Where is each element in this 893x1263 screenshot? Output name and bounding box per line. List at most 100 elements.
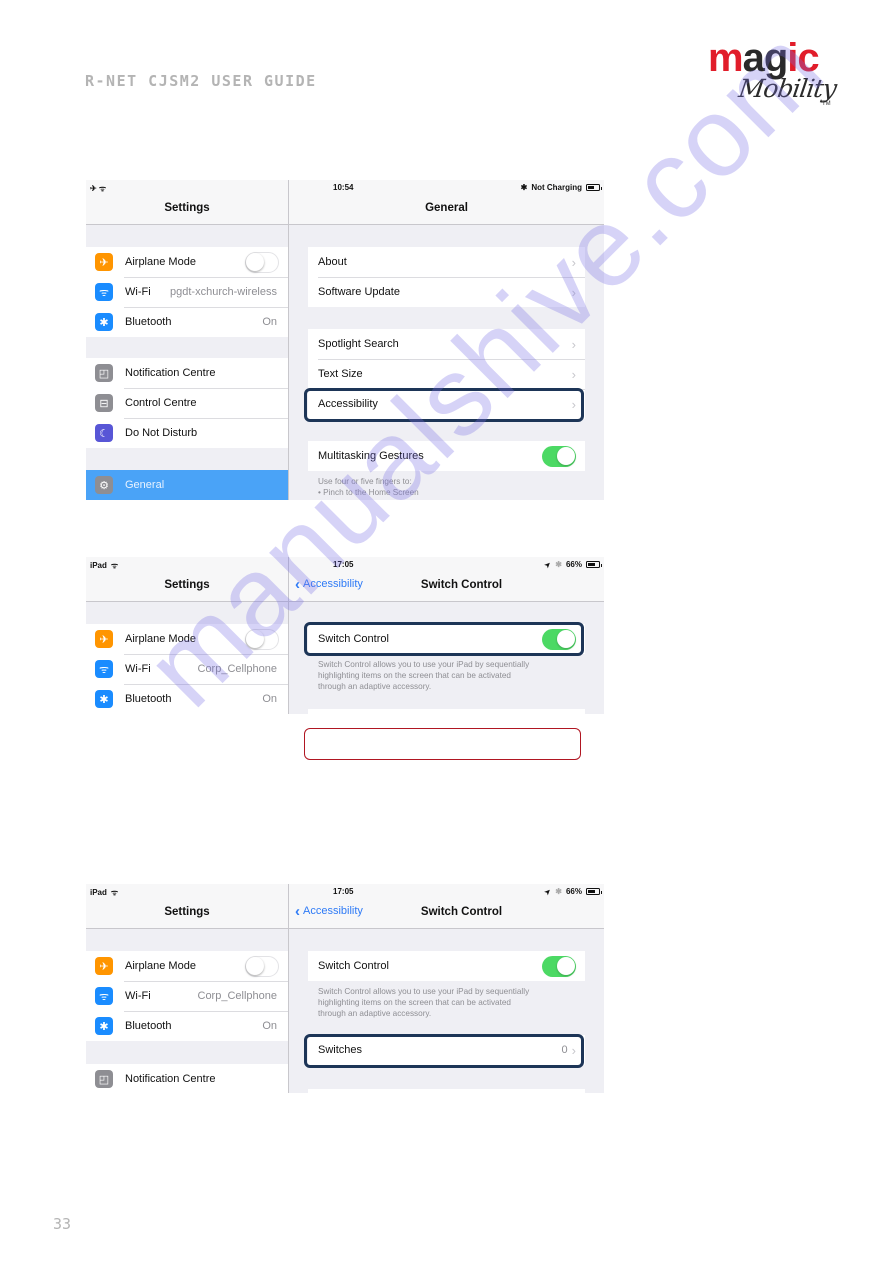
- wifi-network-value: Corp_Cellphone: [197, 663, 278, 675]
- next-group-partial: [308, 709, 585, 714]
- detail-navbar: 17:05 ➤ ✱ 66% ‹ Accessibility Switch Con…: [289, 884, 604, 929]
- sidebar-item-wifi[interactable]: ᯤ Wi-Fi Corp_Cellphone: [86, 654, 288, 684]
- sidebar-item-control-centre[interactable]: ⊟ Control Centre: [86, 388, 288, 418]
- sidebar-item-label: Wi-Fi: [125, 663, 151, 675]
- status-device-label: iPad ᯤ: [90, 888, 119, 897]
- switch-control-group: Switch Control: [308, 624, 585, 654]
- detail-navbar: 10:54 ✱ Not Charging General: [289, 180, 604, 225]
- sidebar-title: Settings: [164, 202, 210, 214]
- row-software-update[interactable]: Software Update ›: [308, 277, 585, 307]
- logo-mobility-script: Mobility: [736, 74, 838, 103]
- sidebar-item-wifi[interactable]: ᯤ Wi-Fi pgdt-xchurch-wireless: [86, 277, 288, 307]
- row-spotlight-search[interactable]: Spotlight Search ›: [308, 329, 585, 359]
- sidebar-group-centres: ◰ Notification Centre: [86, 1064, 288, 1093]
- general-group-multitasking: Multitasking Gestures: [308, 441, 585, 471]
- status-right: ➤ ✱ 66%: [544, 560, 602, 570]
- sidebar-item-label: Bluetooth: [125, 693, 172, 705]
- airplane-mode-toggle[interactable]: [245, 251, 279, 273]
- general-group-search: Spotlight Search › Text Size › Accessibi…: [308, 329, 585, 419]
- sidebar-group-connectivity: ✈ Airplane Mode ᯤ Wi-Fi pgdt-xchurch-wir…: [86, 247, 288, 337]
- sidebar-item-label: Wi-Fi: [125, 990, 151, 1002]
- row-multitasking-gestures[interactable]: Multitasking Gestures: [308, 441, 585, 471]
- multitasking-note: Use four or five fingers to: • Pinch to …: [318, 477, 419, 497]
- switch-control-description: Switch Control allows you to use your iP…: [318, 660, 530, 691]
- sidebar-title: Settings: [164, 906, 210, 918]
- bluetooth-status-value: On: [262, 693, 277, 705]
- sidebar-item-label: General: [125, 479, 165, 491]
- sidebar-item-wifi[interactable]: ᯤ Wi-Fi Corp_Cellphone: [86, 981, 288, 1011]
- sidebar-item-general[interactable]: ⚙ General: [86, 470, 288, 500]
- row-accessibility[interactable]: Accessibility ›: [308, 389, 585, 419]
- sidebar-item-label: Notification Centre: [125, 367, 216, 379]
- location-arrow-icon: ➤: [544, 560, 554, 570]
- logo-magic-wordmark: magic: [708, 36, 820, 80]
- sidebar-item-do-not-disturb[interactable]: ☾ Do Not Disturb: [86, 418, 288, 448]
- status-right: ✱ Not Charging: [521, 183, 602, 192]
- row-switch-control[interactable]: Switch Control: [308, 624, 585, 654]
- multitasking-gestures-toggle[interactable]: [542, 445, 576, 467]
- sidebar-item-airplane-mode[interactable]: ✈ Airplane Mode: [86, 624, 288, 654]
- sidebar-item-bluetooth[interactable]: ✱ Bluetooth On: [86, 684, 288, 714]
- row-text-size[interactable]: Text Size ›: [308, 359, 585, 389]
- bluetooth-status-value: On: [262, 1020, 277, 1032]
- status-left-icons: ✈ ᯤ: [90, 184, 107, 193]
- sidebar-navbar: ✈ ᯤ Settings: [86, 180, 288, 225]
- sidebar-item-label: Bluetooth: [125, 1020, 172, 1032]
- battery-icon: [586, 561, 602, 568]
- airplane-icon: ✈: [95, 957, 113, 975]
- battery-percentage: 66%: [565, 560, 582, 569]
- bluetooth-icon: ✱: [95, 313, 113, 331]
- sidebar-item-airplane-mode[interactable]: ✈ Airplane Mode: [86, 247, 288, 277]
- sidebar-item-label: Airplane Mode: [125, 960, 196, 972]
- airplane-mode-toggle[interactable]: [245, 628, 279, 650]
- switch-control-detail-pane: 17:05 ➤ ✱ 66% ‹ Accessibility Switch Con…: [289, 557, 604, 714]
- switch-control-toggle[interactable]: [542, 955, 576, 977]
- logo-trademark: TM: [822, 101, 831, 107]
- wifi-network-value: pgdt-xchurch-wireless: [170, 286, 277, 298]
- sidebar-item-notification-centre[interactable]: ◰ Notification Centre: [86, 358, 288, 388]
- airplane-mode-toggle[interactable]: [245, 955, 279, 977]
- sidebar-group-connectivity: ✈ Airplane Mode ᯤ Wi-Fi Corp_Cellphone ✱…: [86, 951, 288, 1041]
- status-time: 17:05: [333, 887, 354, 896]
- sidebar-item-bluetooth[interactable]: ✱ Bluetooth On: [86, 307, 288, 337]
- sidebar-item-airplane-mode[interactable]: ✈ Airplane Mode: [86, 951, 288, 981]
- sidebar-item-label: Airplane Mode: [125, 256, 196, 268]
- page-number: 33: [53, 1215, 72, 1233]
- settings-sidebar: iPad ᯤ Settings ✈ Airplane Mode ᯤ Wi-Fi C…: [86, 557, 289, 714]
- sidebar-item-label: Do Not Disturb: [125, 427, 198, 439]
- next-group-partial: [308, 1089, 585, 1093]
- sidebar-navbar: iPad ᯤ Settings: [86, 884, 288, 929]
- wifi-icon: ᯤ: [95, 660, 113, 678]
- sidebar-group-general: ⚙ General: [86, 470, 288, 500]
- chevron-right-icon: ›: [571, 366, 576, 382]
- sidebar-item-label: Bluetooth: [125, 316, 172, 328]
- bluetooth-status-value: On: [262, 316, 277, 328]
- battery-icon: [586, 184, 602, 191]
- switch-control-toggle[interactable]: [542, 628, 576, 650]
- row-switch-control[interactable]: Switch Control: [308, 951, 585, 981]
- sidebar-item-label: Wi-Fi: [125, 286, 151, 298]
- screenshot-switch-control-switches: iPad ᯤ Settings ✈ Airplane Mode ᯤ Wi-Fi C…: [86, 884, 604, 1093]
- row-about[interactable]: About ›: [308, 247, 585, 277]
- status-right: ➤ ✱ 66%: [544, 887, 602, 896]
- status-time: 17:05: [333, 560, 354, 569]
- general-group-about: About › Software Update ›: [308, 247, 585, 307]
- sidebar-item-notification-centre[interactable]: ◰ Notification Centre: [86, 1064, 288, 1093]
- chevron-right-icon: ›: [571, 1042, 576, 1058]
- chevron-right-icon: ›: [571, 336, 576, 352]
- row-switches[interactable]: Switches 0 ›: [308, 1035, 585, 1065]
- status-device-label: iPad ᯤ: [90, 561, 119, 570]
- chevron-right-icon: ›: [571, 396, 576, 412]
- general-detail-pane: 10:54 ✱ Not Charging General About › Sof…: [289, 180, 604, 500]
- sidebar-item-bluetooth[interactable]: ✱ Bluetooth On: [86, 1011, 288, 1041]
- wifi-network-value: Corp_Cellphone: [197, 990, 278, 1002]
- sidebar-navbar: iPad ᯤ Settings: [86, 557, 288, 602]
- chevron-left-icon: ‹: [295, 575, 300, 593]
- detail-title: General: [425, 202, 468, 214]
- detail-title: Switch Control: [420, 906, 503, 918]
- screenshot-general-settings: ✈ ᯤ Settings ✈ Airplane Mode ᯤ Wi-Fi pgd…: [86, 180, 604, 500]
- wifi-status-icon: ᯤ: [110, 888, 119, 897]
- general-gear-icon: ⚙: [95, 476, 113, 494]
- chevron-right-icon: ›: [571, 284, 576, 300]
- notification-centre-icon: ◰: [95, 1070, 113, 1088]
